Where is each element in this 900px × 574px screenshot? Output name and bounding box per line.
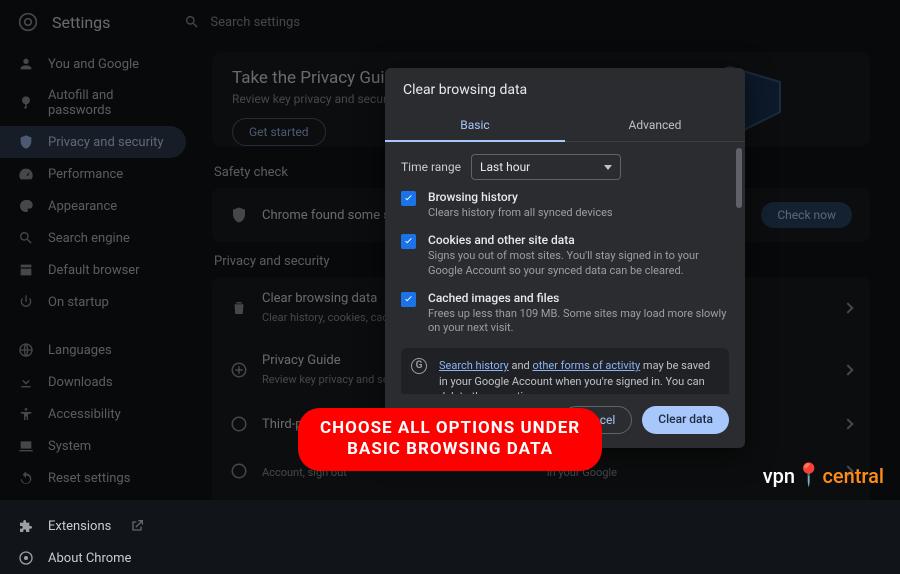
clear-browsing-data-dialog: Clear browsing data Basic Advanced Time …	[385, 68, 745, 448]
search-settings[interactable]: Search settings	[184, 14, 300, 30]
callout-line2: basic browsing data	[320, 439, 580, 460]
dialog-scrollbar[interactable]	[736, 148, 742, 208]
caret-down-icon	[604, 165, 612, 170]
sidebar-item-reset[interactable]: Reset settings	[0, 462, 186, 494]
sidebar-item-label: Accessibility	[48, 407, 121, 422]
checkbox-cookies[interactable]	[401, 234, 416, 249]
sidebar-item-appearance[interactable]: Appearance	[0, 190, 186, 222]
target-icon	[230, 361, 248, 379]
person-icon	[18, 56, 34, 72]
sidebar-item-label: Search engine	[48, 231, 130, 246]
reset-icon	[18, 470, 34, 486]
browser-icon	[18, 262, 34, 278]
tab-basic[interactable]: Basic	[385, 110, 565, 142]
option-desc: Clears history from all synced devices	[428, 206, 613, 221]
sidebar-item-search-engine[interactable]: Search engine	[0, 222, 186, 254]
sidebar-item-label: Reset settings	[48, 471, 130, 486]
search-icon	[184, 14, 200, 30]
get-started-button[interactable]: Get started	[232, 118, 326, 146]
speed-icon	[18, 166, 34, 182]
extension-icon	[18, 518, 34, 534]
chevron-right-icon	[842, 364, 853, 375]
sidebar-item-label: About Chrome	[48, 551, 131, 566]
clear-data-button[interactable]: Clear data	[642, 406, 729, 434]
sidebar-item-label: Autofill and passwords	[48, 88, 168, 118]
sidebar-item-label: Performance	[48, 167, 123, 182]
sidebar-item-label: Default browser	[48, 263, 140, 278]
checkbox-browsing-history[interactable]	[401, 191, 416, 206]
option-title: Browsing history	[428, 190, 613, 204]
option-title: Cached images and files	[428, 291, 729, 305]
option-title: Cookies and other site data	[428, 233, 729, 247]
chrome-logo-icon	[18, 12, 38, 32]
system-icon	[18, 438, 34, 454]
cookie-icon	[230, 415, 248, 433]
check-icon	[403, 294, 414, 305]
pin-icon: 📍	[795, 463, 822, 488]
tab-advanced[interactable]: Advanced	[565, 110, 745, 142]
check-now-button[interactable]: Check now	[761, 202, 852, 228]
security-row[interactable]: SecuritySafe Browsing (protection from d…	[212, 494, 870, 500]
instruction-callout: Choose all options under basic browsing …	[298, 408, 602, 471]
time-range-value: Last hour	[480, 160, 530, 174]
power-icon	[18, 294, 34, 310]
sidebar-item-autofill[interactable]: Autofill and passwords	[0, 80, 186, 126]
check-icon	[403, 193, 414, 204]
sidebar-item-privacy-security[interactable]: Privacy and security	[0, 126, 186, 158]
callout-line1: Choose all options under	[320, 418, 580, 439]
trash-icon	[230, 299, 248, 317]
shield-icon	[230, 206, 248, 224]
google-account-info: G Search history and other forms of acti…	[401, 348, 729, 394]
sidebar-item-extensions[interactable]: Extensions	[0, 510, 186, 542]
sidebar-item-label: Privacy and security	[48, 135, 164, 150]
option-desc: Signs you out of most sites. You'll stay…	[428, 249, 729, 279]
key-icon	[18, 95, 34, 111]
chevron-right-icon	[842, 418, 853, 429]
shield-icon	[18, 134, 34, 150]
page-title: Settings	[52, 13, 110, 32]
sidebar-item-about[interactable]: About Chrome	[0, 542, 186, 574]
sidebar-item-label: You and Google	[48, 57, 139, 72]
search-placeholder: Search settings	[210, 15, 300, 30]
palette-icon	[18, 198, 34, 214]
sidebar-item-accessibility[interactable]: Accessibility	[0, 398, 186, 430]
globe-icon	[18, 342, 34, 358]
search-icon	[18, 230, 34, 246]
sidebar-item-performance[interactable]: Performance	[0, 158, 186, 190]
sidebar-item-label: Downloads	[48, 375, 113, 390]
sidebar-item-label: Languages	[48, 343, 112, 358]
sidebar-item-you-and-google[interactable]: You and Google	[0, 48, 186, 80]
sidebar: You and Google Autofill and passwords Pr…	[0, 44, 200, 500]
sidebar-item-label: Appearance	[48, 199, 117, 214]
info-icon	[230, 462, 248, 480]
sidebar-item-label: Extensions	[48, 519, 111, 534]
sidebar-item-label: System	[48, 439, 91, 454]
check-icon	[403, 236, 414, 247]
chrome-icon	[18, 550, 34, 566]
option-desc: Frees up less than 109 MB. Some sites ma…	[428, 307, 729, 337]
sidebar-item-on-startup[interactable]: On startup	[0, 286, 186, 318]
sidebar-item-languages[interactable]: Languages	[0, 334, 186, 366]
time-range-select[interactable]: Last hour	[471, 154, 621, 180]
download-icon	[18, 374, 34, 390]
sidebar-item-label: On startup	[48, 295, 109, 310]
checkbox-cache[interactable]	[401, 292, 416, 307]
sidebar-item-system[interactable]: System	[0, 430, 186, 462]
google-g-icon: G	[411, 358, 427, 374]
accessibility-icon	[18, 406, 34, 422]
dialog-title: Clear browsing data	[385, 68, 745, 110]
external-link-icon	[129, 518, 145, 534]
sidebar-item-default-browser[interactable]: Default browser	[0, 254, 186, 286]
search-history-link[interactable]: Search history	[439, 359, 509, 372]
time-range-label: Time range	[401, 160, 461, 174]
vpncentral-watermark: vpn📍central	[763, 463, 884, 488]
chevron-right-icon	[842, 302, 853, 313]
sidebar-item-downloads[interactable]: Downloads	[0, 366, 186, 398]
other-activity-link[interactable]: other forms of activity	[532, 359, 640, 372]
